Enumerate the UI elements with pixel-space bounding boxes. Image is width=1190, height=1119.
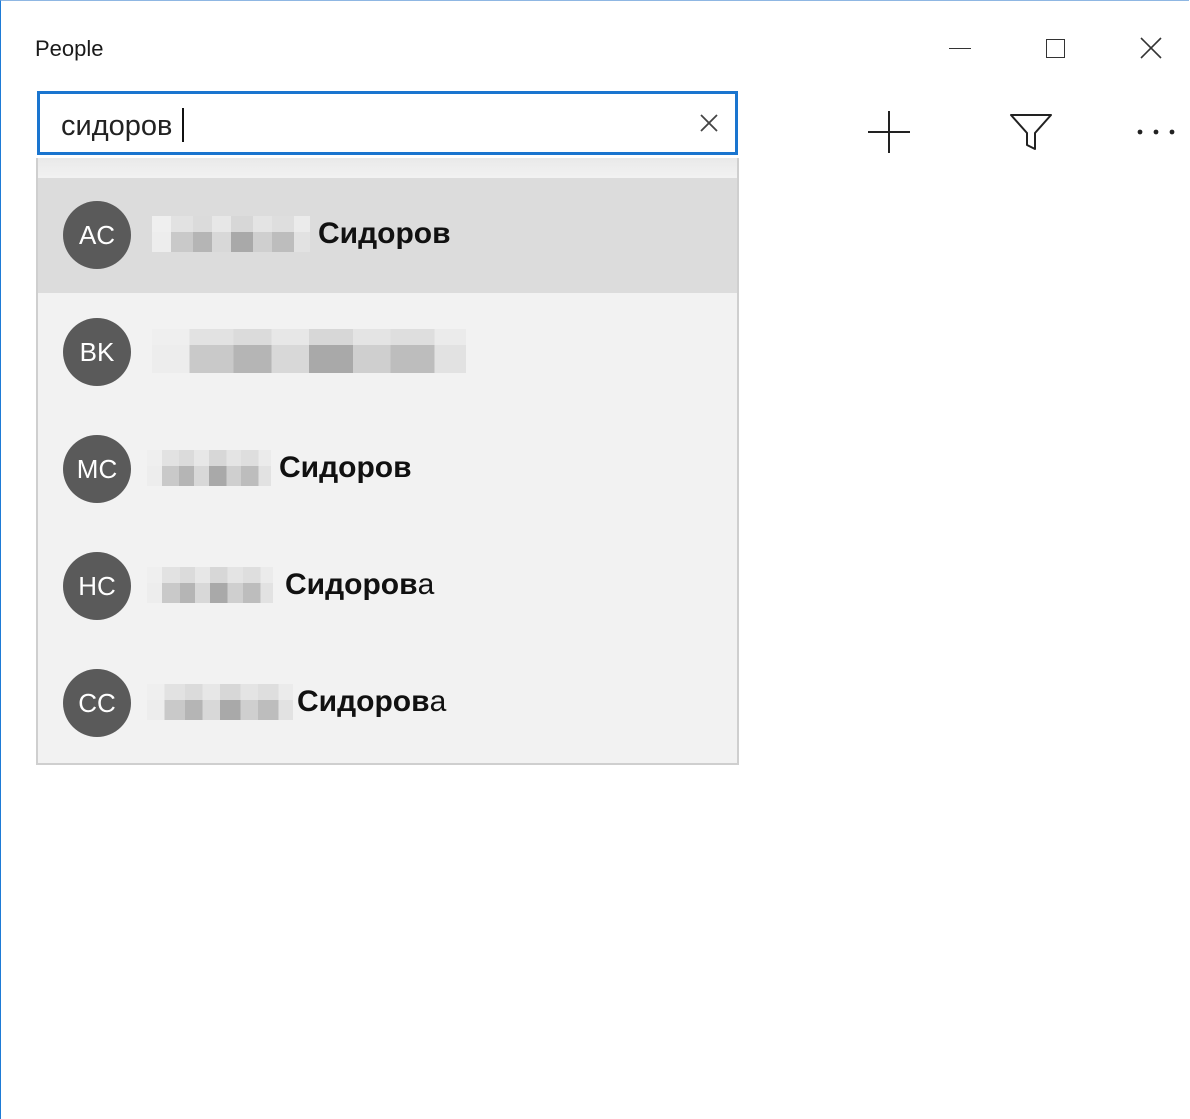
plus-icon <box>868 111 910 153</box>
suggestion-item[interactable]: MC Сидоров <box>38 412 737 527</box>
contact-name <box>152 329 474 373</box>
minimize-button[interactable] <box>915 19 1005 77</box>
more-options-button[interactable] <box>1126 103 1186 161</box>
add-contact-button[interactable] <box>859 103 919 161</box>
more-icon <box>1137 129 1175 135</box>
close-icon <box>1140 37 1162 59</box>
surname-match: Сидоров <box>285 568 418 601</box>
suggestion-item[interactable]: BK <box>38 295 737 410</box>
surname-match: Сидоров <box>297 685 430 718</box>
maximize-button[interactable] <box>1010 19 1100 77</box>
suggestion-item[interactable]: HC Сидоров а <box>38 529 737 644</box>
text-caret <box>182 108 185 142</box>
avatar: BK <box>63 318 131 386</box>
avatar: HC <box>63 552 131 620</box>
surname-rest: а <box>417 568 435 601</box>
surname-rest: а <box>429 685 447 718</box>
close-button[interactable] <box>1106 19 1190 77</box>
window-title: People <box>35 36 104 61</box>
minimize-icon <box>949 47 971 49</box>
redacted-first-name <box>147 567 273 603</box>
maximize-icon <box>1045 38 1065 58</box>
redacted-first-name <box>147 684 293 720</box>
dropdown-shadow <box>38 158 737 178</box>
filter-icon <box>1010 114 1052 150</box>
redacted-first-name <box>152 216 310 252</box>
avatar: AC <box>63 201 131 269</box>
redacted-first-name <box>147 450 271 486</box>
people-window: People сидоров AC Сидоров BK MC Сидоров … <box>0 0 1189 1119</box>
contact-name: Сидоров а <box>147 567 434 603</box>
avatar: MC <box>63 435 131 503</box>
surname-match: Сидоров <box>318 217 451 250</box>
avatar: CC <box>63 669 131 737</box>
clear-search-button[interactable] <box>696 110 722 136</box>
suggestion-item[interactable]: AC Сидоров <box>38 178 737 293</box>
search-value: сидоров <box>61 110 173 142</box>
contact-name: Сидоров а <box>147 684 446 720</box>
redacted-full-name <box>152 329 466 373</box>
contact-name: Сидоров <box>152 216 451 252</box>
suggestion-item[interactable]: CC Сидоров а <box>38 646 737 761</box>
search-input[interactable]: сидоров <box>37 91 738 155</box>
filter-button[interactable] <box>1001 103 1061 161</box>
search-suggestions: AC Сидоров BK MC Сидоров HC Сидоров а CC… <box>36 158 739 765</box>
contact-name: Сидоров <box>147 450 412 486</box>
surname-match: Сидоров <box>279 451 412 484</box>
close-icon <box>700 114 718 132</box>
